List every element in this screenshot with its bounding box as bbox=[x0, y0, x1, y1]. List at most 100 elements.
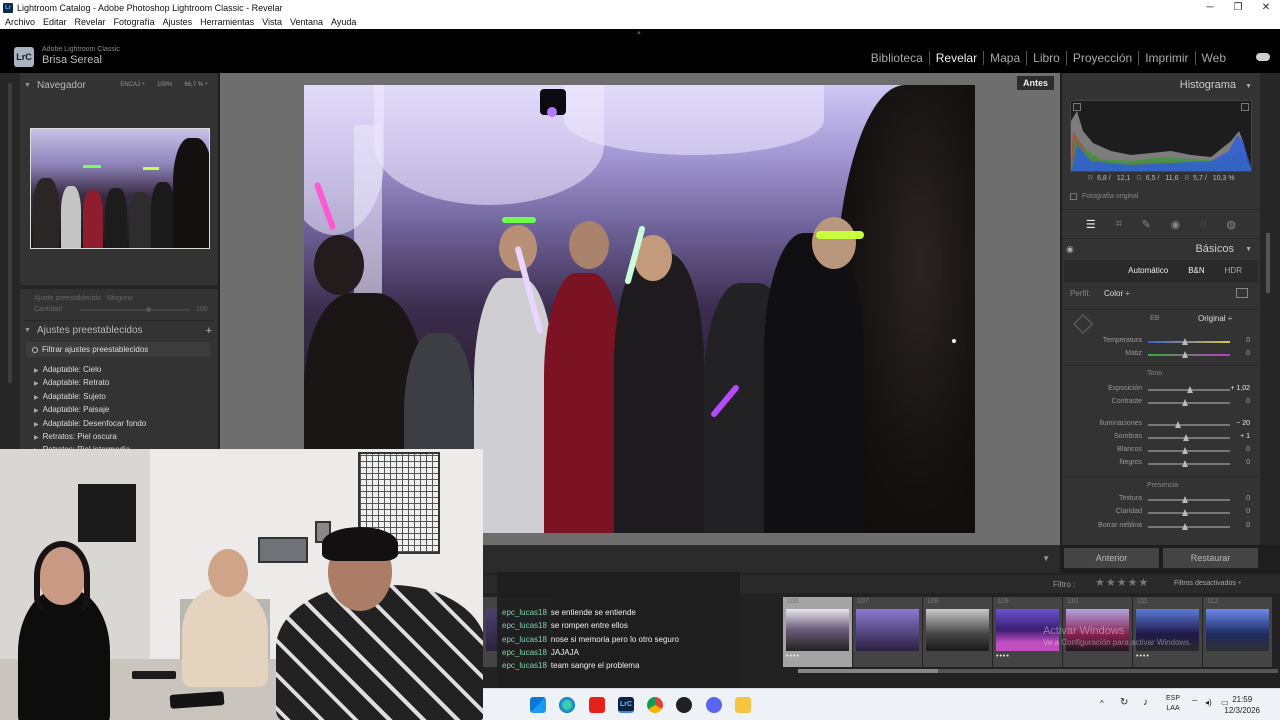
filters-select[interactable]: Filtros desactivados ÷ bbox=[1174, 580, 1242, 587]
thumbnail-image[interactable] bbox=[786, 609, 849, 651]
preset-item[interactable]: ▶ Adaptable: Paisaje bbox=[34, 403, 146, 416]
slider-track[interactable] bbox=[1148, 351, 1230, 358]
menu-herramientas[interactable]: Herramientas bbox=[200, 17, 254, 27]
minimize-button[interactable]: ─ bbox=[1196, 0, 1224, 15]
chat-username[interactable]: epc_lucas18 bbox=[502, 608, 547, 617]
left-panel-edge[interactable] bbox=[0, 73, 20, 451]
slider-track[interactable] bbox=[1148, 399, 1230, 406]
preset-item[interactable]: ▶ Adaptable: Desenfocar fondo bbox=[34, 417, 146, 430]
menu-revelar[interactable]: Revelar bbox=[75, 17, 106, 27]
navigator-header[interactable]: ▼ Navegador ENCAJ ÷ 100% 66,7 % ÷ bbox=[24, 75, 214, 95]
filmstrip-cell[interactable]: 112 bbox=[1203, 597, 1272, 667]
preset-amount-slider[interactable] bbox=[80, 307, 190, 312]
onedrive-icon[interactable]: ↻ bbox=[1120, 697, 1128, 708]
edit-sliders-icon[interactable]: ☰ bbox=[1086, 218, 1096, 231]
filmstrip-scrollbar[interactable] bbox=[798, 669, 1278, 673]
highlight-clipping-toggle[interactable] bbox=[1241, 103, 1249, 111]
slider-value[interactable]: 0 bbox=[1246, 495, 1250, 502]
nav-zoom-fit[interactable]: ENCAJ ÷ bbox=[120, 82, 145, 88]
filmstrip-cell[interactable]: 107 bbox=[853, 597, 922, 667]
lightroom-icon[interactable]: LrC bbox=[618, 697, 634, 713]
eye-icon[interactable]: ◉ bbox=[1066, 244, 1074, 255]
slider-value[interactable]: 0 bbox=[1246, 398, 1250, 405]
basic-header[interactable]: ◉ Básicos ▼ bbox=[1062, 239, 1260, 259]
chat-username[interactable]: epc_lucas18 bbox=[502, 635, 547, 644]
slider-track[interactable] bbox=[1148, 447, 1230, 454]
slider-value[interactable]: 0 bbox=[1246, 350, 1250, 357]
slider-knob[interactable] bbox=[1181, 399, 1188, 406]
crop-icon[interactable]: ⌗ bbox=[1116, 218, 1122, 231]
previous-button[interactable]: Anterior bbox=[1064, 548, 1159, 568]
collapse-top-icon[interactable]: ▲ bbox=[636, 30, 642, 36]
chat-username[interactable]: epc_lucas18 bbox=[502, 648, 547, 657]
slider-knob[interactable] bbox=[1181, 496, 1188, 503]
nav-zoom-100[interactable]: 100% bbox=[157, 82, 172, 88]
slider-track[interactable] bbox=[1148, 338, 1230, 345]
treatment-hdr[interactable]: HDR bbox=[1225, 266, 1242, 275]
maximize-button[interactable]: ❐ bbox=[1224, 0, 1252, 15]
preset-item[interactable]: ▶ Adaptable: Retrato bbox=[34, 376, 146, 389]
discord-icon[interactable] bbox=[706, 697, 722, 713]
slider-track[interactable] bbox=[1148, 421, 1230, 428]
system-clock[interactable]: 21:59 12/3/2026 bbox=[1224, 694, 1260, 716]
slider-knob[interactable] bbox=[1181, 523, 1188, 530]
tray-chevron-icon[interactable]: ^ bbox=[1100, 699, 1104, 708]
checkbox[interactable] bbox=[1070, 193, 1077, 200]
volume-icon[interactable]: ◂) bbox=[1205, 698, 1212, 707]
chat-username[interactable]: epc_lucas18 bbox=[502, 661, 547, 670]
module-web[interactable]: Web bbox=[1196, 51, 1232, 65]
file-explorer-icon[interactable] bbox=[735, 697, 751, 713]
slider-knob[interactable] bbox=[1181, 447, 1188, 454]
slider-knob[interactable] bbox=[1182, 434, 1189, 441]
module-revelar[interactable]: Revelar bbox=[930, 51, 985, 65]
wifi-icon[interactable]: ⌔ bbox=[1191, 698, 1199, 708]
slider-track[interactable] bbox=[1148, 386, 1230, 393]
cloud-sync-icon[interactable] bbox=[1256, 53, 1270, 61]
original-photo-toggle[interactable]: Fotografía original bbox=[1070, 193, 1138, 200]
menu-fotografia[interactable]: Fotografía bbox=[114, 17, 155, 27]
slider-value[interactable]: 0 bbox=[1246, 508, 1250, 515]
masking-icon[interactable]: ◌ bbox=[1200, 218, 1207, 230]
rating-filter-stars[interactable]: ★★★★★ bbox=[1095, 576, 1149, 589]
slider-value[interactable]: + 1 bbox=[1240, 433, 1250, 440]
slider-value[interactable]: 0 bbox=[1246, 337, 1250, 344]
slider-track[interactable] bbox=[1148, 460, 1230, 467]
treatment-auto[interactable]: Automático bbox=[1128, 266, 1168, 275]
edge-icon[interactable] bbox=[559, 697, 575, 713]
add-preset-icon[interactable]: + bbox=[206, 325, 212, 337]
red-eye-icon[interactable]: ◉ bbox=[1171, 218, 1181, 231]
preset-item[interactable]: ▶ Adaptable: Cielo bbox=[34, 363, 146, 376]
module-mapa[interactable]: Mapa bbox=[984, 51, 1028, 65]
slider-knob[interactable] bbox=[1181, 509, 1188, 516]
histogram-header[interactable]: Histograma ▼ bbox=[1180, 79, 1252, 91]
treatment-bw[interactable]: B&N bbox=[1188, 266, 1204, 275]
histogram[interactable] bbox=[1070, 100, 1252, 172]
slider-track[interactable] bbox=[1148, 434, 1230, 441]
module-imprimir[interactable]: Imprimir bbox=[1139, 51, 1196, 65]
slider-value[interactable]: 0 bbox=[1246, 446, 1250, 453]
chat-username[interactable]: epc_lucas18 bbox=[502, 621, 547, 630]
slider-track[interactable] bbox=[1148, 523, 1230, 530]
close-button[interactable]: ✕ bbox=[1252, 0, 1280, 15]
chrome-icon[interactable] bbox=[647, 697, 663, 713]
slider-knob[interactable] bbox=[1181, 338, 1188, 345]
slider-knob[interactable] bbox=[1181, 460, 1188, 467]
filmstrip-cell[interactable]: 106 •••• bbox=[783, 597, 852, 667]
slider-knob[interactable] bbox=[1186, 386, 1193, 393]
filmstrip-cell[interactable]: 108 bbox=[923, 597, 992, 667]
thumbnail-image[interactable] bbox=[856, 609, 919, 651]
toolbar-menu-icon[interactable]: ▼ bbox=[1042, 554, 1050, 563]
module-biblioteca[interactable]: Biblioteca bbox=[865, 51, 930, 65]
slider-value[interactable]: 0 bbox=[1246, 459, 1250, 466]
shadow-clipping-toggle[interactable] bbox=[1073, 103, 1081, 111]
presets-header[interactable]: ▼ Ajustes preestablecidos + bbox=[24, 320, 214, 340]
profile-select[interactable]: Color ÷ bbox=[1104, 289, 1130, 298]
menu-archivo[interactable]: Archivo bbox=[5, 17, 35, 27]
slider-value[interactable]: + 1,02 bbox=[1230, 385, 1250, 392]
navigator-preview[interactable] bbox=[30, 128, 210, 249]
menu-ayuda[interactable]: Ayuda bbox=[331, 17, 356, 27]
slider-value[interactable]: − 20 bbox=[1236, 420, 1250, 427]
obs-icon[interactable] bbox=[676, 697, 692, 713]
menu-editar[interactable]: Editar bbox=[43, 17, 67, 27]
menu-ventana[interactable]: Ventana bbox=[290, 17, 323, 27]
